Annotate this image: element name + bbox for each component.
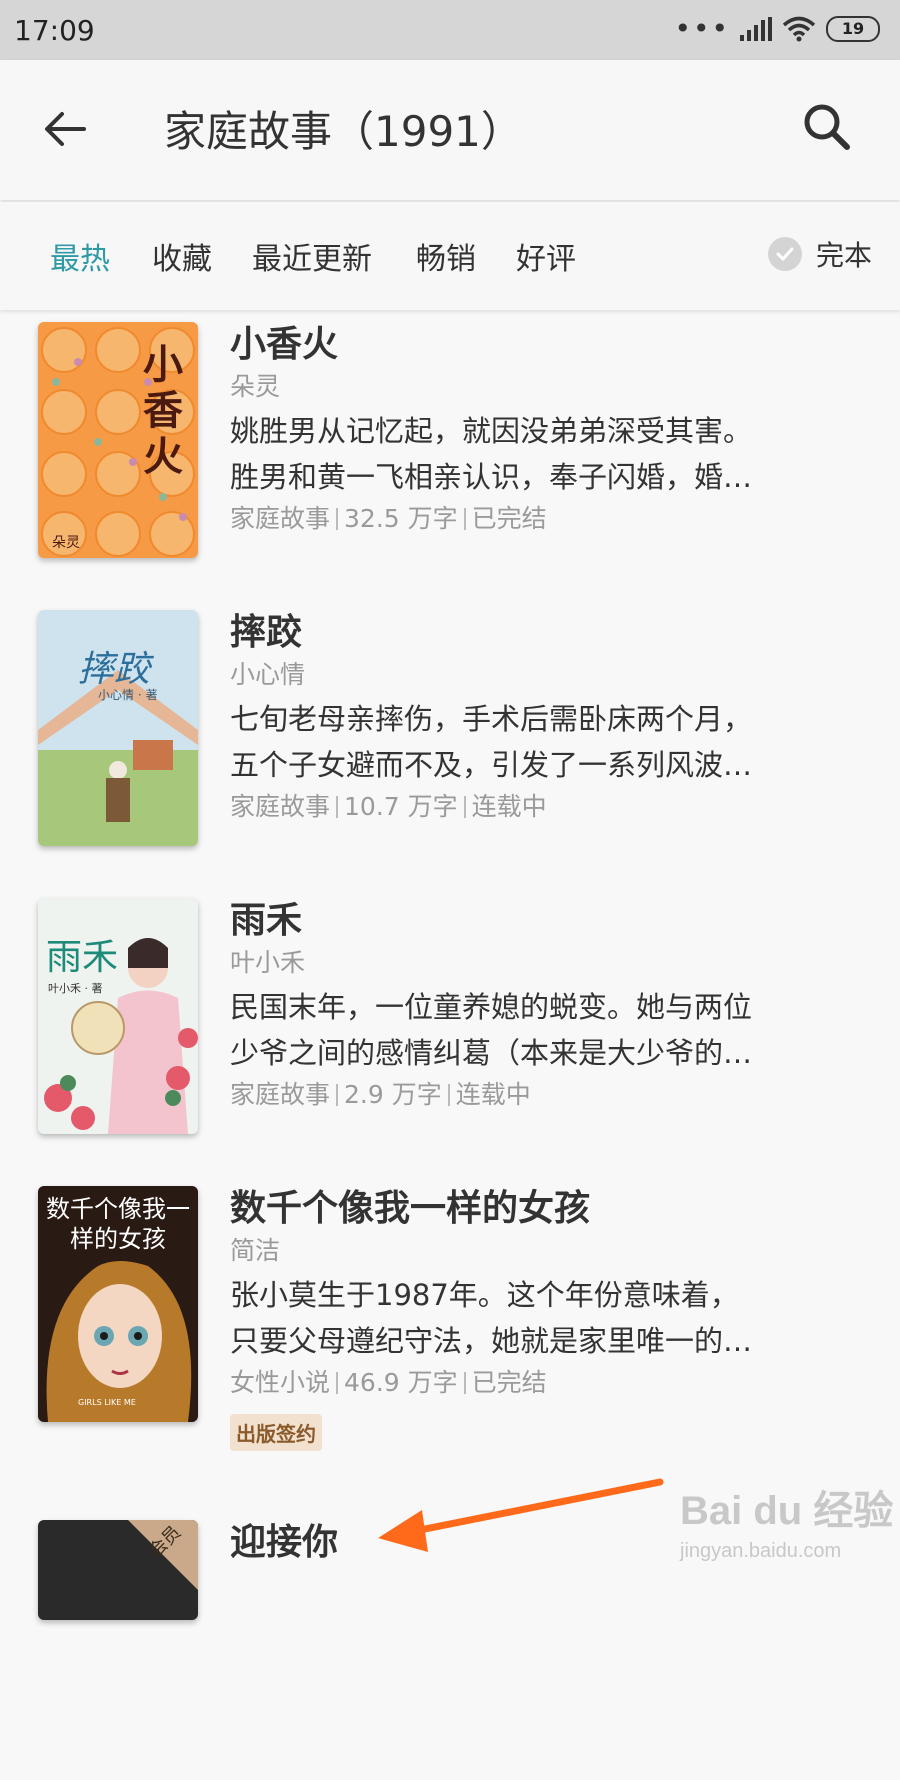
book-description: 七旬老母亲摔伤，手术后需卧床两个月， 五个子女避而不及，引发了一系列风波… (230, 696, 850, 788)
book-info: 摔跤 小心情 七旬老母亲摔伤，手术后需卧床两个月， 五个子女避而不及，引发了一系… (230, 600, 850, 826)
description-line: 七旬老母亲摔伤，手术后需卧床两个月， (230, 702, 753, 736)
divider (463, 1372, 466, 1394)
book-category: 家庭故事 (230, 504, 331, 533)
divider (336, 1372, 339, 1394)
list-item[interactable]: 摔跤 小心情 · 著 摔跤 小心情 七旬老母亲摔伤，手术后需卧床两个月， 五个子… (0, 600, 900, 870)
book-info: 小香火 朵灵 姚胜男从记忆起，就因没弟弟深受其害。 胜男和黄一飞相亲认识，奉子闪… (230, 312, 850, 538)
book-description: 张小莫生于1987年。这个年份意味着， 只要父母遵纪守法，她就是家里唯一的… (230, 1272, 850, 1364)
cover-author: 小心情 · 著 (98, 688, 158, 702)
cover-author: 朵灵 (52, 535, 80, 551)
cover-title: 雨禾 (46, 937, 119, 978)
filter-tab-favorites[interactable]: 收藏 (152, 234, 212, 278)
filter-bar: 最热 收藏 最近更新 畅销 好评 完本 (0, 202, 900, 310)
book-word-count: 10.7 万字 (344, 792, 458, 821)
book-info: 雨禾 叶小禾 民国末年，一位童养媳的蜕变。她与两位 少爷之间的感情纠葛（本来是大… (230, 888, 850, 1114)
book-cover: 数千个像我一样的女孩 GIRLS LIKE ME (38, 1186, 198, 1422)
book-category: 家庭故事 (230, 792, 331, 821)
wifi-icon (782, 16, 816, 42)
description-line: 只要父母遵纪守法，她就是家里唯一的… (230, 1324, 753, 1358)
filter-tab-bestseller[interactable]: 畅销 (416, 234, 476, 278)
book-status: 已完结 (471, 1368, 547, 1397)
status-time: 17:09 (14, 14, 95, 47)
list-item[interactable]: 雨禾 叶小禾 · 著 雨禾 叶小禾 民国末年，一位童养媳的蜕变。她与两位 少爷之… (0, 888, 900, 1158)
filter-tab-hottest[interactable]: 最热 (50, 234, 110, 278)
book-word-count: 46.9 万字 (344, 1368, 458, 1397)
filter-tab-recent[interactable]: 最近更新 (252, 234, 372, 278)
book-info: 数千个像我一样的女孩 简洁 张小莫生于1987年。这个年份意味着， 只要父母遵纪… (230, 1176, 850, 1451)
divider (336, 1084, 339, 1106)
search-icon (804, 104, 850, 150)
book-meta: 女性小说 46.9 万字 已完结 (230, 1364, 850, 1402)
divider (463, 508, 466, 530)
description-line: 胜男和黄一飞相亲认识，奉子闪婚，婚… (230, 460, 753, 494)
book-author: 小心情 (230, 660, 306, 689)
book-cover: 摔跤 小心情 · 著 (38, 610, 198, 846)
book-status: 连载中 (471, 792, 547, 821)
check-circle-icon (768, 237, 802, 271)
back-arrow-icon (45, 112, 86, 146)
book-category: 女性小说 (230, 1368, 331, 1397)
divider (336, 508, 339, 530)
more-dots-icon: ••• (674, 12, 730, 45)
description-line: 五个子女避而不及，引发了一系列风波… (230, 748, 753, 782)
book-cover: 会员 (38, 1520, 198, 1620)
divider (463, 796, 466, 818)
description-line: 姚胜男从记忆起，就因没弟弟深受其害。 (230, 414, 753, 448)
book-cover: 小香火 朵灵 (38, 322, 198, 558)
book-meta: 家庭故事 2.9 万字 连载中 (230, 1076, 850, 1114)
battery-indicator: 19 (826, 16, 880, 42)
book-author: 简洁 (230, 1236, 281, 1265)
book-status: 已完结 (471, 504, 547, 533)
filter-tab-rating[interactable]: 好评 (516, 234, 576, 278)
book-title: 雨禾 (230, 900, 303, 941)
complete-toggle[interactable]: 完本 (768, 234, 872, 274)
status-icons: ••• 19 (674, 12, 880, 45)
book-word-count: 2.9 万字 (344, 1080, 442, 1109)
book-status: 连载中 (455, 1080, 531, 1109)
list-item[interactable]: 小香火 朵灵 小香火 朵灵 姚胜男从记忆起，就因没弟弟深受其害。 胜男和黄一飞相… (0, 312, 900, 582)
divider (336, 796, 339, 818)
book-title: 小香火 (230, 324, 339, 365)
complete-label: 完本 (816, 239, 873, 272)
book-author: 朵灵 (230, 372, 281, 401)
publish-badge: 出版签约 (230, 1414, 322, 1451)
watermark: Bai du 经验 jingyan.baidu.com (680, 1478, 893, 1563)
book-category: 家庭故事 (230, 1080, 331, 1109)
description-line: 民国末年，一位童养媳的蜕变。她与两位 (230, 990, 753, 1024)
cover-subtitle: GIRLS LIKE ME (78, 1398, 136, 1407)
page-title: 家庭故事（1991） (164, 107, 523, 156)
book-cover: 雨禾 叶小禾 · 著 (38, 898, 198, 1134)
book-title: 摔跤 (230, 612, 303, 653)
book-word-count: 32.5 万字 (344, 504, 458, 533)
description-line: 张小莫生于1987年。这个年份意味着， (230, 1278, 739, 1312)
cover-title: 小香火 (143, 342, 183, 480)
cover-title: 数千个像我一样的女孩 (46, 1195, 190, 1253)
book-author: 叶小禾 (230, 948, 306, 977)
search-button[interactable] (800, 100, 860, 160)
list-item[interactable]: 数千个像我一样的女孩 GIRLS LIKE ME 数千个像我一样的女孩 简洁 张… (0, 1176, 900, 1451)
signal-icon (740, 17, 772, 41)
book-title: 数千个像我一样的女孩 (230, 1188, 591, 1229)
description-line: 少爷之间的感情纠葛（本来是大少爷的… (230, 1036, 753, 1070)
cover-title: 摔跤 (78, 649, 151, 690)
divider (447, 1084, 450, 1106)
watermark-logo: Bai du 经验 (680, 1489, 894, 1533)
back-button[interactable] (40, 104, 100, 154)
book-description: 姚胜男从记忆起，就因没弟弟深受其害。 胜男和黄一飞相亲认识，奉子闪婚，婚… (230, 408, 850, 500)
status-bar: 17:09 ••• 19 (0, 0, 900, 60)
book-meta: 家庭故事 32.5 万字 已完结 (230, 500, 850, 538)
book-description: 民国末年，一位童养媳的蜕变。她与两位 少爷之间的感情纠葛（本来是大少爷的… (230, 984, 850, 1076)
annotation-arrow-icon (378, 1478, 664, 1552)
book-meta: 家庭故事 10.7 万字 连载中 (230, 788, 850, 826)
watermark-url: jingyan.baidu.com (680, 1540, 842, 1562)
cover-author: 叶小禾 · 著 (48, 982, 103, 995)
app-bar: 家庭故事（1991） (0, 60, 900, 200)
